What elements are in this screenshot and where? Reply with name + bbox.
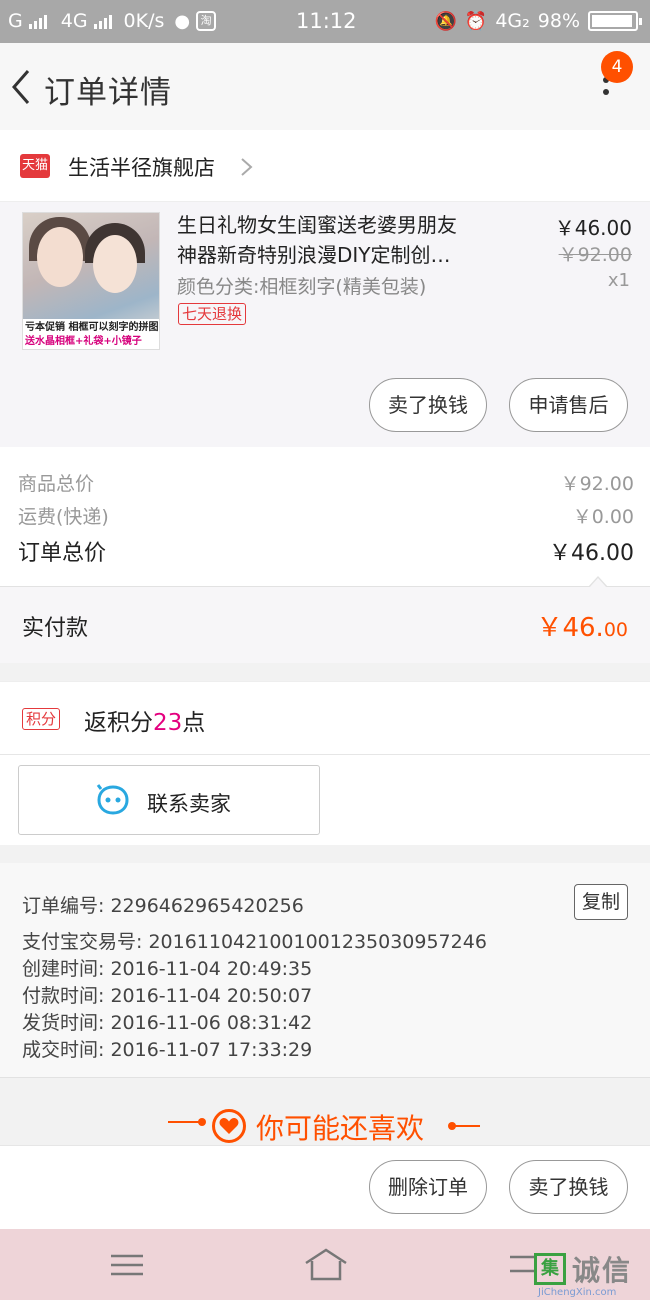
after-sale-button[interactable]: 申请售后: [509, 378, 628, 432]
order-number: 订单编号: 2296462965420256: [22, 895, 304, 917]
thumb-promo-line1: 亏本促销 相框可以刻字的拼图: [25, 322, 159, 333]
page-title: 订单详情: [44, 75, 172, 111]
footer-actions: 删除订单 卖了换钱: [0, 1145, 650, 1229]
home-icon[interactable]: [304, 1247, 348, 1281]
tmall-logo-icon: 天猫: [20, 154, 50, 178]
status-right: 🔕 ⏰ 4G₂ 98%: [434, 10, 642, 32]
system-navigation-bar: 集 诚信 JiChengXin.com: [0, 1229, 650, 1300]
heart-icon: [212, 1109, 246, 1143]
summary-label: 商品总价: [18, 473, 95, 495]
sell-resell-footer-button[interactable]: 卖了换钱: [509, 1160, 628, 1214]
summary-value: ￥92.00: [560, 473, 634, 495]
menu-icon[interactable]: [111, 1253, 143, 1277]
copy-button[interactable]: 复制: [574, 884, 628, 920]
return-policy-badge: 七天退换: [178, 303, 247, 325]
status-left: G 4G 0K/s ● 淘: [8, 10, 217, 32]
product-sku: 颜色分类:相框刻字(精美包装): [177, 276, 427, 298]
alipay-trade-number: 支付宝交易号: 2016110421001001235030957246: [22, 931, 487, 953]
paid-label: 实付款: [22, 616, 89, 641]
chevron-right-icon: [241, 158, 253, 176]
sell-resell-button[interactable]: 卖了换钱: [369, 378, 487, 432]
product-title-line2: 神器新奇特别浪漫DIY定制创…: [177, 243, 451, 267]
product-title-line1: 生日礼物女生闺蜜送老婆男朋友: [177, 213, 457, 237]
points-text: 返积分23点: [84, 703, 205, 737]
decor-line-right: [448, 1122, 480, 1130]
completed-time: 成交时间: 2016-11-07 17:33:29: [22, 1039, 313, 1061]
contact-seller-button[interactable]: 联系卖家: [18, 765, 320, 835]
summary-row-shipping: 运费(快递) ￥0.00: [18, 502, 634, 529]
recommend-title: 你可能还喜欢: [256, 1112, 425, 1145]
signal-icon-2: [93, 13, 112, 29]
paid-value-cents: 00: [603, 619, 628, 641]
watermark-url: JiChengXin.com: [538, 1287, 617, 1298]
watermark-logo: 集 诚信 JiChengXin.com: [534, 1243, 650, 1300]
paid-value: ￥46.00: [536, 607, 628, 644]
network-right-label: 4G₂: [495, 10, 530, 32]
notification-badge: 4: [601, 51, 633, 83]
battery-label: 98%: [537, 10, 580, 32]
header: 订单详情 4: [0, 43, 650, 130]
product-quantity: x1: [607, 270, 630, 291]
summary-row-goods: 商品总价 ￥92.00: [18, 469, 634, 496]
product-thumbnail[interactable]: 亏本促销 相框可以刻字的拼图 送水晶相框+礼袋+小镜子: [22, 212, 160, 350]
notification-bell-icon: ●: [174, 10, 191, 32]
battery-icon: [588, 11, 642, 31]
paid-value-main: ￥46.: [536, 613, 604, 643]
alarm-icon: ⏰: [464, 10, 488, 32]
contact-section: 联系卖家: [0, 755, 650, 845]
recommend-header: 你可能还喜欢: [0, 1079, 650, 1145]
carrier-label: G: [8, 10, 23, 32]
watermark-text: 诚信: [572, 1254, 633, 1287]
chat-bubble-icon: [96, 784, 129, 815]
points-badge: 积分: [22, 708, 61, 730]
mute-icon: 🔕: [434, 10, 457, 32]
summary-value: ￥0.00: [572, 506, 634, 528]
contact-seller-label: 联系卖家: [147, 792, 231, 816]
paid-time: 付款时间: 2016-11-04 20:50:07: [22, 985, 313, 1007]
points-value: 23: [153, 710, 183, 736]
product-price: ￥46.00: [554, 216, 632, 240]
shop-name: 生活半径旗舰店: [68, 156, 215, 180]
product-title: 生日礼物女生闺蜜送老婆男朋友 神器新奇特别浪漫DIY定制创…: [177, 210, 495, 270]
network-label: 4G: [60, 10, 88, 32]
summary-label: 订单总价: [18, 541, 107, 566]
points-suffix: 点: [182, 710, 206, 736]
product-original-price: ￥92.00: [558, 244, 632, 266]
watermark-box: 集: [534, 1253, 566, 1285]
order-info: 订单编号: 2296462965420256 复制 支付宝交易号: 201611…: [0, 863, 650, 1078]
summary-value: ￥46.00: [549, 541, 634, 566]
divider-notch-fill: [589, 578, 607, 588]
points-prefix: 返积分: [84, 710, 153, 736]
status-bar: G 4G 0K/s ● 淘 11:12 🔕 ⏰ 4G₂ 98%: [0, 0, 650, 43]
back-nav-icon[interactable]: [506, 1251, 536, 1277]
product-item[interactable]: 亏本促销 相框可以刻字的拼图 送水晶相框+礼袋+小镜子 生日礼物女生闺蜜送老婆男…: [0, 202, 650, 447]
clock: 11:12: [296, 9, 357, 33]
summary-label: 运费(快递): [18, 506, 109, 528]
decor-line-left: [168, 1118, 206, 1126]
summary-row-total: 订单总价 ￥46.00: [18, 535, 634, 567]
speed-label: 0K/s: [123, 10, 165, 32]
paid-amount-row: 实付款 ￥46.00: [0, 587, 650, 663]
price-summary: 商品总价 ￥92.00 运费(快递) ￥0.00 订单总价 ￥46.00: [0, 447, 650, 587]
points-row: 积分 返积分23点: [0, 681, 650, 755]
created-time: 创建时间: 2016-11-04 20:49:35: [22, 958, 313, 980]
delete-order-button[interactable]: 删除订单: [369, 1160, 487, 1214]
more-menu-icon[interactable]: [596, 77, 616, 117]
taobao-app-icon: 淘: [196, 11, 217, 31]
back-arrow-icon[interactable]: [8, 67, 36, 107]
shop-row[interactable]: 天猫 生活半径旗舰店: [0, 130, 650, 202]
signal-icon: [28, 13, 47, 29]
shipped-time: 发货时间: 2016-11-06 08:31:42: [22, 1012, 313, 1034]
thumb-promo-line2: 送水晶相框+礼袋+小镜子: [25, 336, 142, 347]
